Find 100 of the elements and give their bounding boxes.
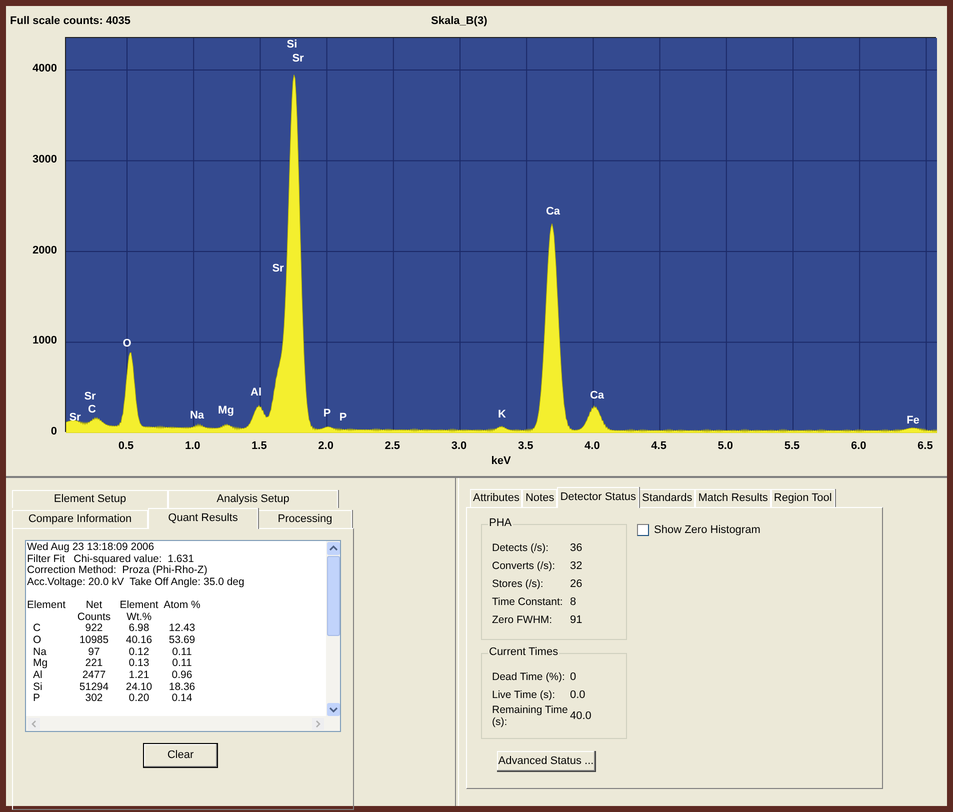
clear-button[interactable]: Clear	[143, 743, 218, 768]
column-header: Element	[27, 598, 66, 611]
table-cell-text: 221	[84, 658, 104, 670]
y-tick-label: 1000	[32, 336, 57, 347]
table-cell-text: 0.12	[128, 646, 150, 658]
peak-label: Sr	[69, 412, 81, 424]
table-cell-text: 6.98	[128, 623, 150, 635]
table-cell-text: 302	[84, 693, 104, 706]
table-cell-text: 0.13	[128, 658, 150, 670]
table-cell-text: 0.11	[171, 658, 193, 670]
tab[interactable]: Detector Status	[557, 487, 640, 508]
group-title: Current Times	[488, 647, 560, 658]
x-tick-label: 6.5	[918, 441, 933, 452]
peak-label: Fe	[906, 416, 920, 426]
x-tick-label: 4.0	[584, 441, 600, 452]
table-cell-text: 97	[87, 646, 101, 658]
peak-label: Sr	[84, 392, 96, 402]
peak-label: Ca	[546, 206, 560, 218]
column-header: Atom %	[164, 600, 200, 613]
result-line: Correction Method: Proza (Phi-Rho-Z)	[27, 565, 208, 577]
status-label: Detects (/s):	[492, 542, 550, 554]
status-label: Converts (/s):	[492, 560, 556, 572]
table-cell-text: 0.11	[171, 646, 193, 658]
x-tick-label: 2.0	[318, 441, 334, 452]
x-tick-label: 6.0	[850, 441, 866, 452]
tab[interactable]: Processing	[258, 510, 352, 528]
peak-label: Al	[250, 388, 262, 398]
tab[interactable]: Attributes	[470, 489, 522, 507]
x-tick-label: 3.0	[451, 441, 467, 452]
table-cell-text: 1.21	[128, 670, 150, 682]
peak-label: Sr	[272, 264, 284, 274]
scrollbar-thumb[interactable]	[326, 556, 340, 636]
peak-label: C	[88, 404, 96, 416]
x-tick-label: 3.5	[518, 441, 534, 452]
table-cell-text: 18.36	[168, 682, 196, 694]
x-tick-label: 1.5	[252, 441, 267, 452]
y-tick-label: 3000	[32, 154, 57, 166]
group-title: PHA	[488, 518, 513, 529]
table-cell-text: 2477	[81, 670, 107, 682]
peak-label: P	[339, 412, 347, 424]
table-cell-text: Na	[32, 646, 48, 658]
peak-label: Mg	[218, 406, 234, 416]
status-value: 32	[570, 560, 582, 572]
status-value: 0.0	[570, 690, 586, 700]
x-tick-label: 1.0	[184, 441, 200, 452]
y-tick-label: 0	[50, 426, 57, 438]
spectrum-title: Skala_B(3)	[431, 14, 488, 29]
result-line: Acc.Voltage: 20.0 kV Take Off Angle: 35.0 deg	[27, 577, 246, 589]
status-label: Stores (/s):	[492, 578, 544, 590]
peak-label: P	[323, 408, 331, 420]
tab[interactable]: Compare Information	[12, 510, 148, 528]
peak-label: Sr	[292, 54, 304, 64]
table-cell-text: 12.43	[168, 623, 196, 635]
horizontal-scrollbar[interactable]	[26, 716, 326, 731]
peak-label: K	[498, 410, 506, 420]
status-value: 0	[570, 672, 576, 682]
table-cell-text: 24.10	[124, 682, 154, 694]
status-label: Dead Time (%):	[492, 671, 566, 683]
vertical-scrollbar[interactable]	[326, 541, 340, 731]
y-tick-label: 4000	[32, 64, 57, 75]
checkbox-label[interactable]: Show Zero Histogram	[654, 524, 760, 536]
result-line: Wed Aug 23 13:18:09 2006	[27, 542, 156, 554]
table-cell-text: C	[32, 623, 42, 635]
table-cell-text: P	[32, 693, 42, 706]
column-header: Element Wt.%	[119, 600, 159, 624]
peak-label: Ca	[590, 390, 604, 402]
status-label: Zero FWHM:	[492, 614, 554, 626]
x-axis-label: keV	[491, 456, 511, 467]
full-scale-counts: Full scale counts: 4035	[10, 14, 130, 29]
status-label: Live Time (s):	[492, 689, 556, 701]
table-cell-text: 53.69	[168, 634, 196, 647]
tab[interactable]: Analysis Setup	[168, 490, 338, 508]
advanced-status-button[interactable]: Advanced Status ...	[497, 751, 596, 772]
status-value: 91	[570, 614, 582, 626]
result-line: Filter Fit Chi-squared value: 1.631	[27, 554, 195, 565]
table-cell-text: 51294	[78, 682, 110, 694]
tab[interactable]: Region Tool	[770, 489, 835, 507]
tab[interactable]: Match Results	[695, 489, 771, 507]
tab[interactable]: Notes	[522, 489, 558, 507]
tab[interactable]: Quant Results	[148, 508, 258, 529]
table-cell-text: 10985	[78, 634, 110, 647]
x-tick-label: 5.0	[718, 441, 734, 452]
tab[interactable]: Element Setup	[12, 490, 168, 508]
table-cell-text: 40.16	[124, 634, 154, 647]
status-label: Remaining Time (s):	[492, 704, 569, 728]
x-tick-label: 4.5	[651, 441, 666, 452]
y-tick-label: 2000	[32, 245, 57, 256]
x-tick-label: 0.5	[118, 441, 134, 452]
status-value: 8	[570, 596, 576, 608]
table-cell-text: Mg	[32, 658, 49, 670]
table-cell-text: 0.14	[170, 693, 194, 706]
checkbox[interactable]	[637, 524, 649, 536]
table-cell-text: 0.96	[170, 670, 194, 682]
status-value: 26	[570, 578, 582, 590]
x-tick-label: 2.5	[384, 441, 400, 452]
status-value: 36	[570, 542, 582, 554]
column-header: Net Counts	[76, 600, 112, 624]
status-label: Time Constant:	[492, 596, 564, 608]
tab[interactable]: Standards	[639, 489, 696, 507]
table-cell-text: 0.20	[128, 693, 150, 706]
